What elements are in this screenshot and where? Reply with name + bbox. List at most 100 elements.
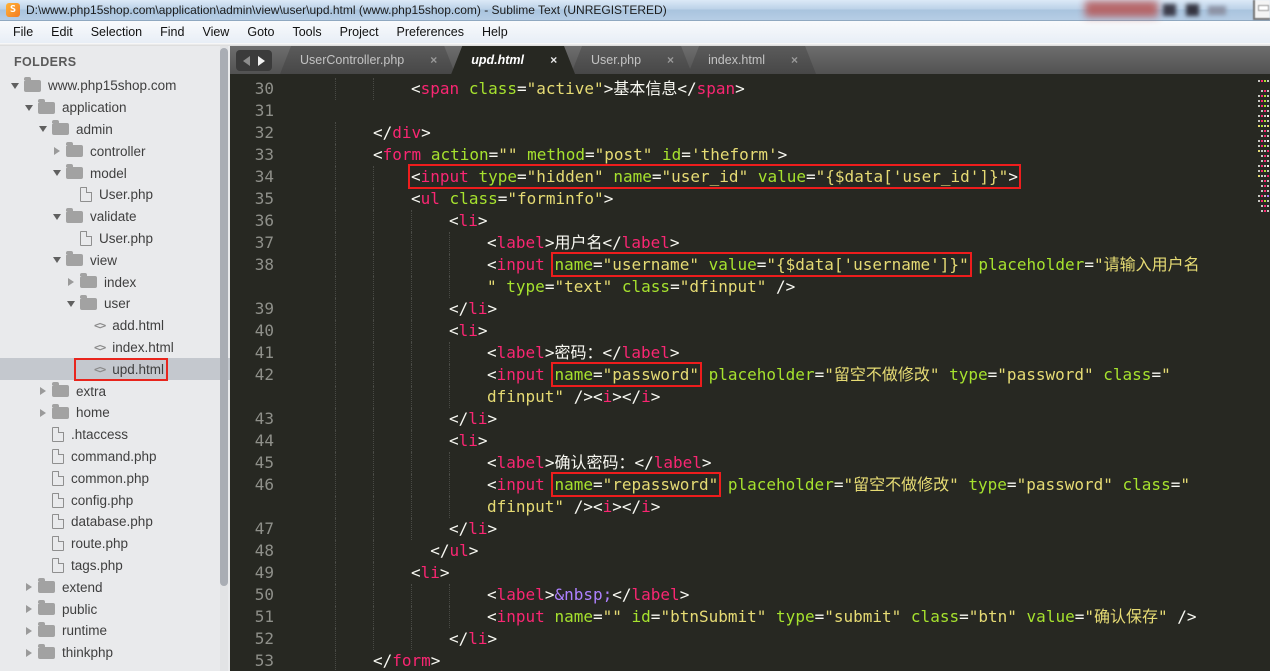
sidebar-item-model[interactable]: model bbox=[0, 162, 230, 184]
code-line[interactable]: 43 </li> bbox=[230, 408, 1270, 430]
code-line-text: </li> bbox=[276, 408, 497, 430]
sidebar-item-validate[interactable]: validate bbox=[0, 206, 230, 228]
sidebar-item-application[interactable]: application bbox=[0, 97, 230, 119]
menu-item-project[interactable]: Project bbox=[331, 22, 388, 42]
menu-item-help[interactable]: Help bbox=[473, 22, 517, 42]
sidebar-item-user[interactable]: user bbox=[0, 293, 230, 315]
code-line[interactable]: 31 bbox=[230, 100, 1270, 122]
sidebar-scrollbar-thumb[interactable] bbox=[220, 48, 228, 586]
code-line[interactable]: 45 <label>确认密码：</label> bbox=[230, 452, 1270, 474]
code-line[interactable]: 38 <input name="username" value="{$data['… bbox=[230, 252, 1270, 277]
close-tab-icon[interactable]: × bbox=[667, 53, 674, 67]
sidebar-item-extend[interactable]: extend bbox=[0, 576, 230, 598]
code-line[interactable]: 35 <ul class="forminfo"> bbox=[230, 188, 1270, 210]
minimap-line bbox=[1261, 110, 1269, 112]
sidebar-item-route.php[interactable]: route.php bbox=[0, 533, 230, 555]
collapse-arrow-icon[interactable] bbox=[50, 170, 63, 177]
menu-item-preferences[interactable]: Preferences bbox=[388, 22, 473, 42]
code-line[interactable]: 47 </li> bbox=[230, 518, 1270, 540]
menu-item-tools[interactable]: Tools bbox=[283, 22, 330, 42]
collapse-arrow-icon[interactable] bbox=[22, 104, 35, 111]
menu-item-edit[interactable]: Edit bbox=[42, 22, 82, 42]
menu-item-view[interactable]: View bbox=[193, 22, 238, 42]
expand-arrow-icon[interactable] bbox=[22, 605, 35, 614]
sidebar-item-home[interactable]: home bbox=[0, 402, 230, 424]
close-tab-icon[interactable]: × bbox=[430, 53, 437, 67]
expand-arrow-icon[interactable] bbox=[22, 648, 35, 657]
menu-item-goto[interactable]: Goto bbox=[238, 22, 283, 42]
sidebar-item-.htaccess[interactable]: .htaccess bbox=[0, 424, 230, 446]
collapse-arrow-icon[interactable] bbox=[8, 82, 21, 89]
code-line[interactable]: 33 <form action="" method="post" id='thef… bbox=[230, 144, 1270, 166]
sidebar-item-index[interactable]: index bbox=[0, 271, 230, 293]
expand-arrow-icon[interactable] bbox=[50, 147, 63, 156]
code-line[interactable]: 51 <input name="" id="btnSubmit" type="su… bbox=[230, 606, 1270, 628]
sidebar-item-common.php[interactable]: common.php bbox=[0, 467, 230, 489]
sidebar-item-User.php[interactable]: User.php bbox=[0, 184, 230, 206]
tab-UserController.php[interactable]: UserController.php × bbox=[280, 46, 455, 74]
menu-item-find[interactable]: Find bbox=[151, 22, 193, 42]
file-icon bbox=[52, 427, 64, 443]
code-line[interactable]: 40 <li> bbox=[230, 320, 1270, 342]
tab-User.php[interactable]: User.php × bbox=[571, 46, 692, 74]
sidebar-item-www.php15shop.com[interactable]: www.php15shop.com bbox=[0, 75, 230, 97]
code-line[interactable]: 50 <label>&nbsp;</label> bbox=[230, 584, 1270, 606]
sidebar-item-config.php[interactable]: config.php bbox=[0, 489, 230, 511]
tab-index.html[interactable]: index.html × bbox=[688, 46, 816, 74]
sidebar-item-database.php[interactable]: database.php bbox=[0, 511, 230, 533]
sidebar-item-upd.html[interactable]: <> upd.html bbox=[0, 357, 230, 381]
code-line[interactable]: 39 </li> bbox=[230, 298, 1270, 320]
sidebar-item-extra[interactable]: extra bbox=[0, 380, 230, 402]
code-line[interactable]: 42 <input name="password" placeholder="留空… bbox=[230, 362, 1270, 387]
minimap[interactable] bbox=[1258, 76, 1270, 671]
expand-arrow-icon[interactable] bbox=[64, 278, 77, 287]
menu-item-file[interactable]: File bbox=[4, 22, 42, 42]
sidebar-item-public[interactable]: public bbox=[0, 598, 230, 620]
file-icon bbox=[80, 187, 92, 203]
sidebar-item-index.html[interactable]: <> index.html bbox=[0, 337, 230, 359]
sidebar-item-add.html[interactable]: <> add.html bbox=[0, 315, 230, 337]
expand-arrow-icon[interactable] bbox=[22, 583, 35, 592]
sidebar-item-thinkphp[interactable]: thinkphp bbox=[0, 642, 230, 664]
tree-item-content: thinkphp bbox=[35, 643, 113, 660]
sidebar-item-controller[interactable]: controller bbox=[0, 140, 230, 162]
prev-tab-icon[interactable] bbox=[243, 55, 250, 66]
collapse-arrow-icon[interactable] bbox=[64, 300, 77, 307]
tree-item-content: user bbox=[77, 294, 130, 311]
next-tab-icon[interactable] bbox=[258, 55, 265, 66]
code-line[interactable]: 49 <li> bbox=[230, 562, 1270, 584]
code-line[interactable]: " type="text" class="dfinput" /> bbox=[230, 276, 1270, 298]
sidebar-item-command.php[interactable]: command.php bbox=[0, 446, 230, 468]
close-tab-icon[interactable]: × bbox=[550, 53, 557, 67]
sidebar-item-tags.php[interactable]: tags.php bbox=[0, 555, 230, 577]
code-line[interactable]: 30 <span class="active">基本信息</span> bbox=[230, 78, 1270, 100]
code-line[interactable]: 37 <label>用户名</label> bbox=[230, 232, 1270, 254]
code-line[interactable]: 41 <label>密码：</label> bbox=[230, 342, 1270, 364]
sidebar-item-User.php[interactable]: User.php bbox=[0, 228, 230, 250]
sidebar-item-admin[interactable]: admin bbox=[0, 119, 230, 141]
code-line[interactable]: 52 </li> bbox=[230, 628, 1270, 650]
code-line[interactable]: 53 </form> bbox=[230, 650, 1270, 671]
code-line[interactable]: 34 <input type="hidden" name="user_id" va… bbox=[230, 164, 1270, 189]
code-line[interactable]: 48 </ul> bbox=[230, 540, 1270, 562]
collapse-arrow-icon[interactable] bbox=[36, 126, 49, 133]
code-line[interactable]: dfinput" /><i></i> bbox=[230, 496, 1270, 518]
expand-arrow-icon[interactable] bbox=[22, 626, 35, 635]
expand-arrow-icon[interactable] bbox=[36, 387, 49, 396]
collapse-arrow-icon[interactable] bbox=[50, 213, 63, 220]
line-number: 30 bbox=[254, 79, 274, 98]
code-line[interactable]: 44 <li> bbox=[230, 430, 1270, 452]
sidebar-item-view[interactable]: view bbox=[0, 249, 230, 271]
close-tab-icon[interactable]: × bbox=[791, 53, 798, 67]
code-editor[interactable]: 30 <span class="active">基本信息</span> 31 32 </… bbox=[230, 74, 1270, 671]
tab-upd.html[interactable]: upd.html × bbox=[451, 46, 575, 74]
menu-item-selection[interactable]: Selection bbox=[82, 22, 151, 42]
sidebar-item-runtime[interactable]: runtime bbox=[0, 620, 230, 642]
expand-arrow-icon[interactable] bbox=[36, 408, 49, 417]
code-line[interactable]: 46 <input name="repassword" placeholder="… bbox=[230, 472, 1270, 497]
code-line[interactable]: 32 </div> bbox=[230, 122, 1270, 144]
code-line[interactable]: 36 <li> bbox=[230, 210, 1270, 232]
code-line[interactable]: dfinput" /><i></i> bbox=[230, 386, 1270, 408]
collapse-arrow-icon[interactable] bbox=[50, 257, 63, 264]
title-bar: S D:\www.php15shop.com\application\admin… bbox=[0, 0, 1270, 21]
